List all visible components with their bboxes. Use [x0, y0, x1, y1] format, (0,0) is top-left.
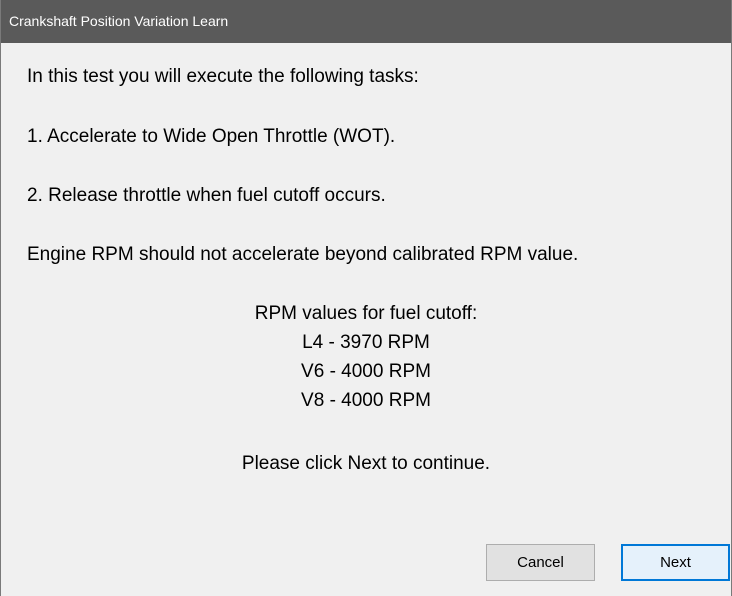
step-2-text: 2. Release throttle when fuel cutoff occ… [27, 185, 386, 206]
rpm-value-l4: L4 - 3970 RPM [302, 332, 430, 353]
intro-text: In this test you will execute the follow… [27, 66, 419, 87]
instruction-text: Please click Next to continue. [241, 453, 491, 474]
dialog-window: Crankshaft Position Variation Learn In t… [0, 0, 732, 596]
window-title[interactable]: Crankshaft Position Variation Learn [1, 0, 731, 43]
cancel-button[interactable]: Cancel [486, 544, 595, 581]
warning-text: Engine RPM should not accelerate beyond … [27, 244, 579, 265]
rpm-value-v8: V8 - 4000 RPM [301, 390, 431, 411]
dialog-content: In this test you will execute the follow… [1, 43, 731, 596]
step-1-text: 1. Accelerate to Wide Open Throttle (WOT… [27, 126, 396, 147]
next-button[interactable]: Next [621, 544, 730, 581]
rpm-heading: RPM values for fuel cutoff: [254, 303, 478, 324]
rpm-value-v6: V6 - 4000 RPM [301, 361, 431, 382]
